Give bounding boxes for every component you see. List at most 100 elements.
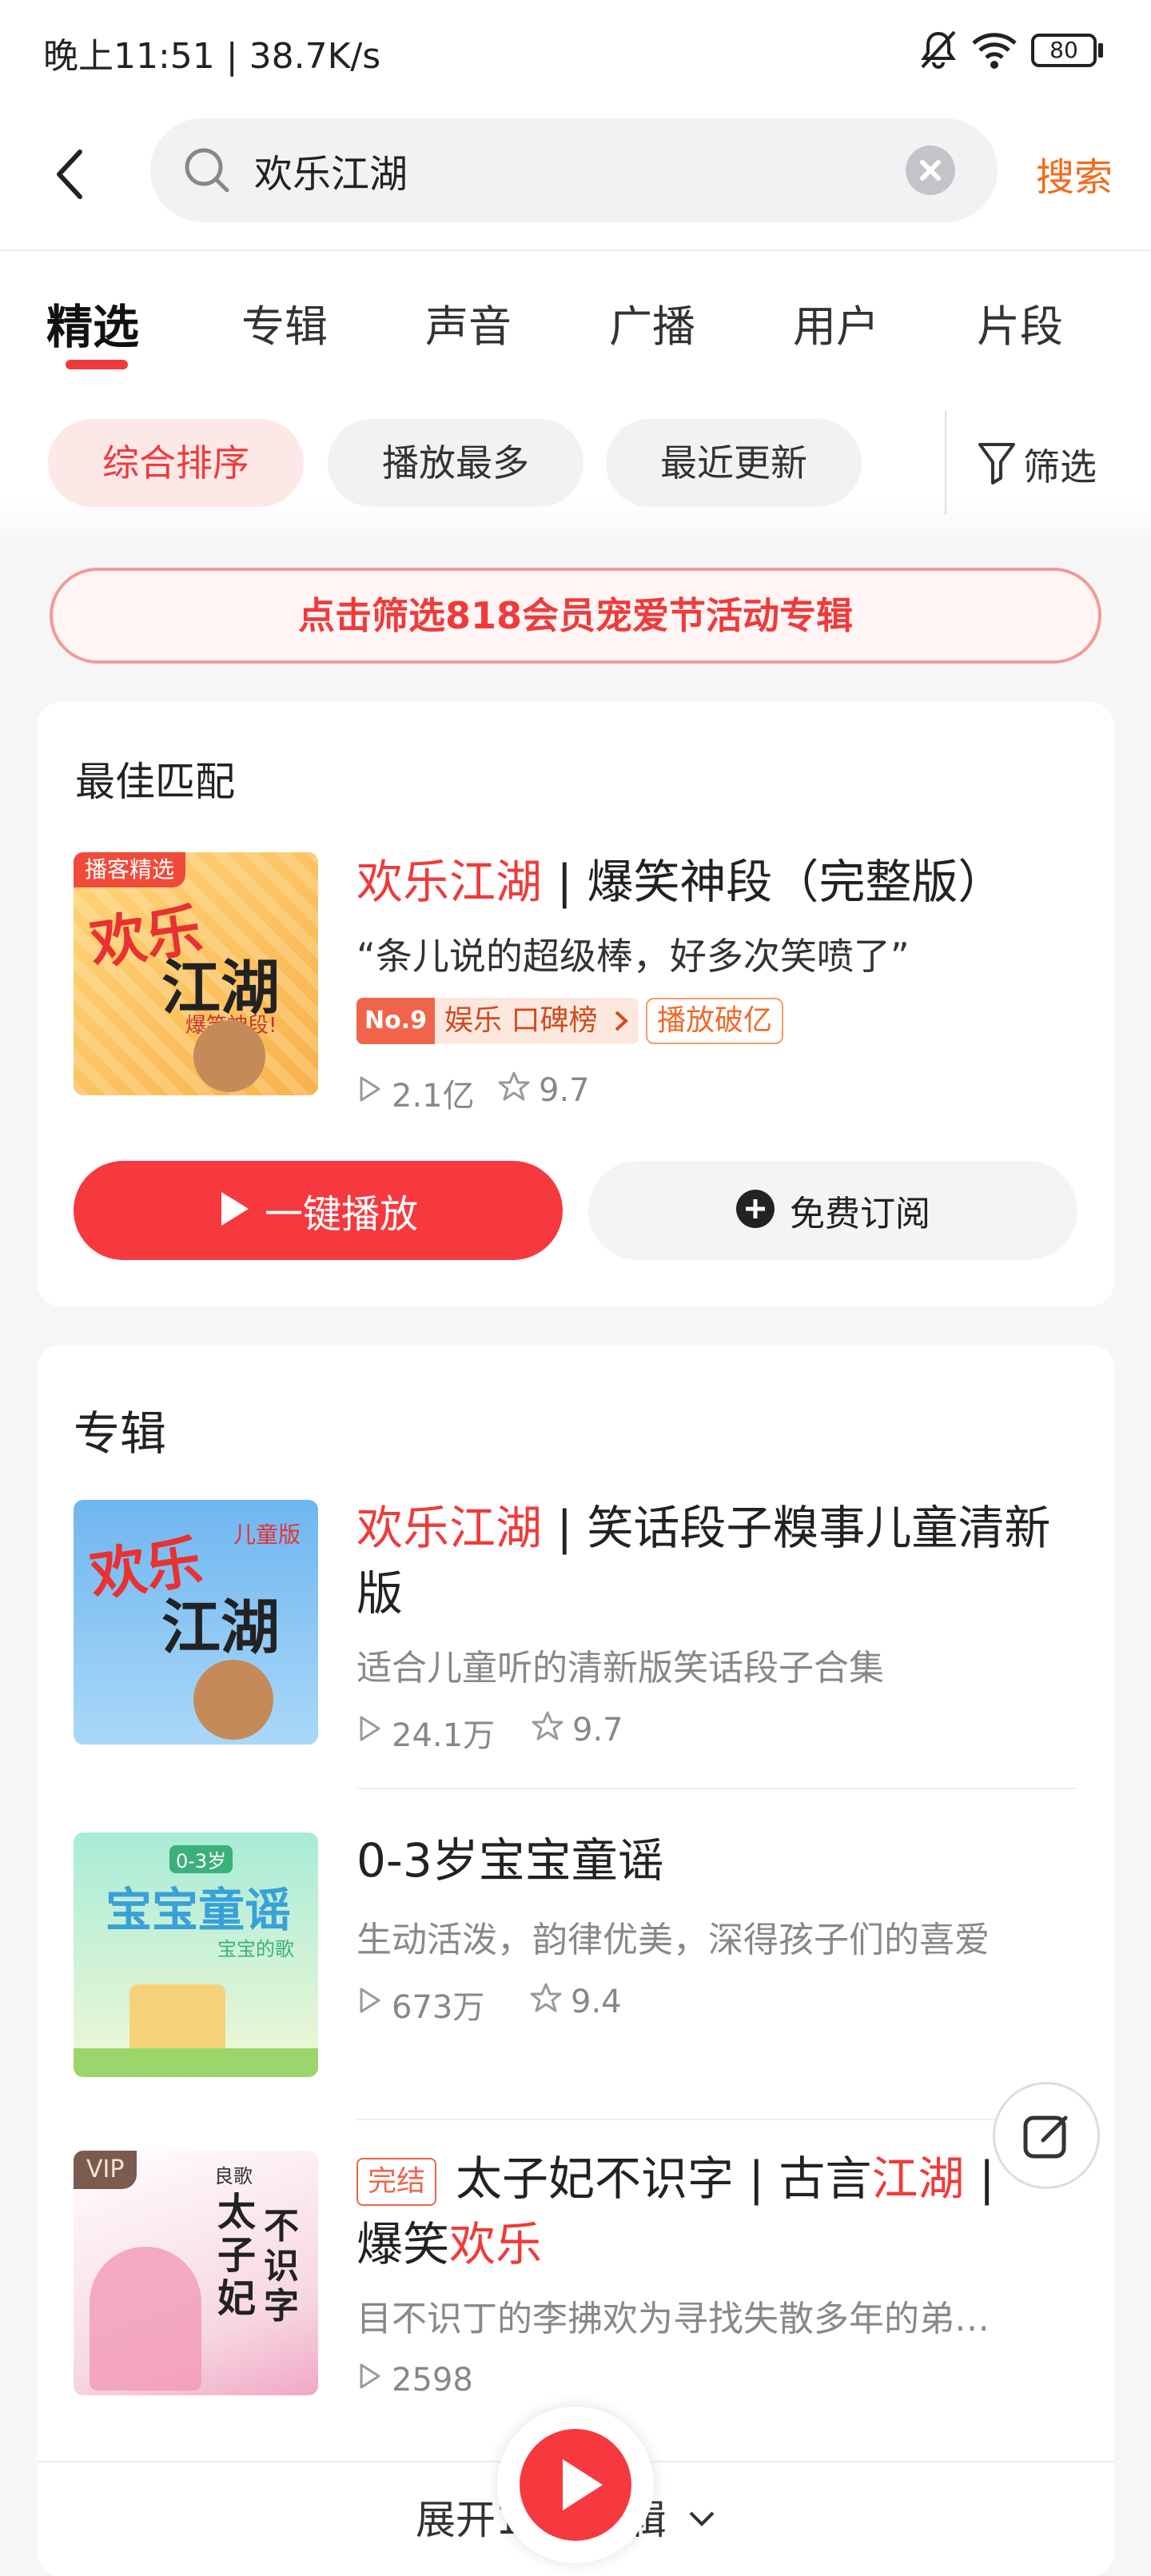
play-icon [356,1984,384,2024]
cover-character [193,1660,273,1740]
active-tab-indicator [66,360,128,369]
completed-badge: 完结 [356,2157,437,2206]
mute-icon [916,27,961,72]
tab-radio[interactable]: 广播 [609,291,695,354]
filter-icon[interactable] [977,438,1017,486]
filter-button[interactable]: 筛选 [1023,438,1097,491]
play-count-value: 673万 [392,1989,485,2026]
cover-title-2: 不识字 [264,2206,299,2327]
search-icon [182,146,232,195]
section-title: 专辑 [74,1406,167,1461]
play-count: 24.1万 [356,1709,495,1756]
add-icon [735,1189,775,1232]
cover-author: 良歌 [214,2165,253,2187]
play-icon [356,1713,384,1753]
back-icon[interactable] [46,142,94,206]
sort-most-played[interactable]: 播放最多 [328,419,583,507]
cover-title: 宝宝童谣 [106,1883,292,1937]
wifi-icon [970,29,1018,70]
search-input[interactable]: 欢乐江湖 [150,118,998,222]
edit-floating-button[interactable] [993,2082,1100,2189]
list-item[interactable]: 0-3岁 宝宝童谣 宝宝的歌 0-3岁宝宝童谣 生动活泼，韵律优美，深得孩子们的… [37,1832,1114,2120]
play-count-value: 2.1亿 [392,1078,475,1115]
promo-banner[interactable]: 点击筛选818会员宠爱节活动专辑 [50,568,1101,664]
play-icon [563,2459,603,2510]
best-quote: “条儿说的超级棒，好多次笑喷了” [356,935,910,978]
play-count-value: 2598 [392,2362,473,2399]
cover-title-2: 江湖 [161,1593,280,1662]
album-desc: 适合儿童听的清新版笑话段子合集 [356,1648,884,1689]
album-desc: 生动活泼，韵律优美，深得孩子们的喜爱 [356,1920,990,1960]
search-header: 欢乐江湖 搜索 [0,104,1151,251]
divider [356,1788,1077,1789]
sort-comprehensive[interactable]: 综合排序 [48,419,304,507]
rank-text: 娱乐 口碑榜 [435,998,607,1044]
cover-subtitle: 宝宝的歌 [217,1938,294,1960]
vip-badge: VIP [74,2151,137,2189]
status-bar: 晚上11:51 | 38.7K/s 80 [0,0,1151,104]
title-highlight: 欢乐江湖 [356,1501,543,1555]
album-cover: VIP 良歌 太子妃 不识字 [74,2151,318,2395]
subscribe-label: 免费订阅 [790,1194,930,1234]
ranking-badge[interactable]: No.9 娱乐 口碑榜 [356,998,639,1044]
play-count: 2598 [356,2360,473,2400]
list-item[interactable]: 欢乐 儿童版 江湖 欢乐江湖 | 笑话段子糗事儿童清新版 适合儿童听的清新版笑话… [37,1500,1114,1789]
search-query[interactable]: 欢乐江湖 [254,142,408,198]
album-title: 0-3岁宝宝童谣 [356,1833,664,1888]
title-part-2: | [964,2151,995,2206]
play-count-value: 24.1万 [392,1717,496,1754]
play-count: 673万 [356,1981,484,2028]
clear-icon[interactable] [906,146,955,195]
best-title[interactable]: 欢乐江湖 | 爆笑神段（完整版） [356,849,1076,915]
play-icon [356,1073,384,1113]
rating-value: 9.7 [572,1712,623,1749]
tab-featured[interactable]: 精选 [46,289,139,357]
tab-users[interactable]: 用户 [793,291,879,354]
title-highlight: 欢乐江湖 [356,855,543,909]
edit-icon [1019,2108,1075,2164]
title-rest: | 爆笑神段（完整版） [542,855,1005,909]
tab-albums[interactable]: 专辑 [241,291,328,354]
result-tabs: 精选 专辑 声音 广播 用户 片段 [0,251,1151,387]
play-count: 2.1亿 [356,1070,475,1116]
albums-card: 专辑 欢乐 儿童版 江湖 欢乐江湖 | 笑话段子糗事儿童清新版 适合儿童听的清新… [37,1345,1114,2576]
tag-badge: 播放破亿 [646,998,784,1044]
chevron-down-icon [686,2494,718,2540]
search-button[interactable]: 搜索 [1036,146,1113,201]
album-title: 完结 太子妃不识字 | 古言江湖 | 爆笑欢乐 [356,2146,1092,2277]
tab-sounds[interactable]: 声音 [425,291,512,354]
album-desc: 目不识丁的李拂欢为寻找失散多年的弟… [356,2299,990,2339]
title-part-3: 爆笑 [356,2217,450,2271]
mini-player[interactable] [497,2407,654,2563]
battery-tip [1098,43,1103,58]
status-time: 晚上11:51 | 38.7K/s [43,36,381,77]
sort-recent[interactable]: 最近更新 [606,419,862,507]
battery-level: 80 [1049,37,1078,63]
rating: 9.7 [497,1070,590,1111]
album-title: 欢乐江湖 | 笑话段子糗事儿童清新版 [356,1495,1076,1626]
divider [356,2119,1077,2120]
cover-grass [74,2048,318,2077]
cover-tag: 0-3岁 [169,1845,233,1873]
star-icon [497,1070,531,1111]
title-highlight-2: 欢乐 [449,2217,543,2271]
chevron-right-icon [607,998,639,1044]
cover-tag: 儿童版 [233,1521,301,1548]
best-cover[interactable]: 播客精选 欢乐 江湖 爆笑神段! [74,852,318,1095]
play-button[interactable] [520,2429,631,2541]
cover-figure [90,2247,201,2391]
battery-icon: 80 [1031,34,1097,67]
rating: 9.7 [531,1709,623,1751]
rating: 9.4 [529,1981,622,2023]
subscribe-button[interactable]: 免费订阅 [588,1161,1077,1260]
best-match-card: 最佳匹配 播客精选 欢乐 江湖 爆笑神段! 欢乐江湖 | 爆笑神段（完整版） “… [37,702,1114,1306]
title-highlight-1: 江湖 [871,2151,965,2206]
album-cover: 欢乐 儿童版 江湖 [74,1500,318,1745]
tab-clips[interactable]: 片段 [977,291,1063,354]
album-cover: 0-3岁 宝宝童谣 宝宝的歌 [74,1832,318,2077]
star-icon [529,1981,563,2023]
play-all-label: 一键播放 [264,1192,418,1237]
rating-value: 9.4 [571,1984,622,2020]
star-icon [531,1709,564,1751]
play-all-button[interactable]: 一键播放 [74,1161,563,1260]
